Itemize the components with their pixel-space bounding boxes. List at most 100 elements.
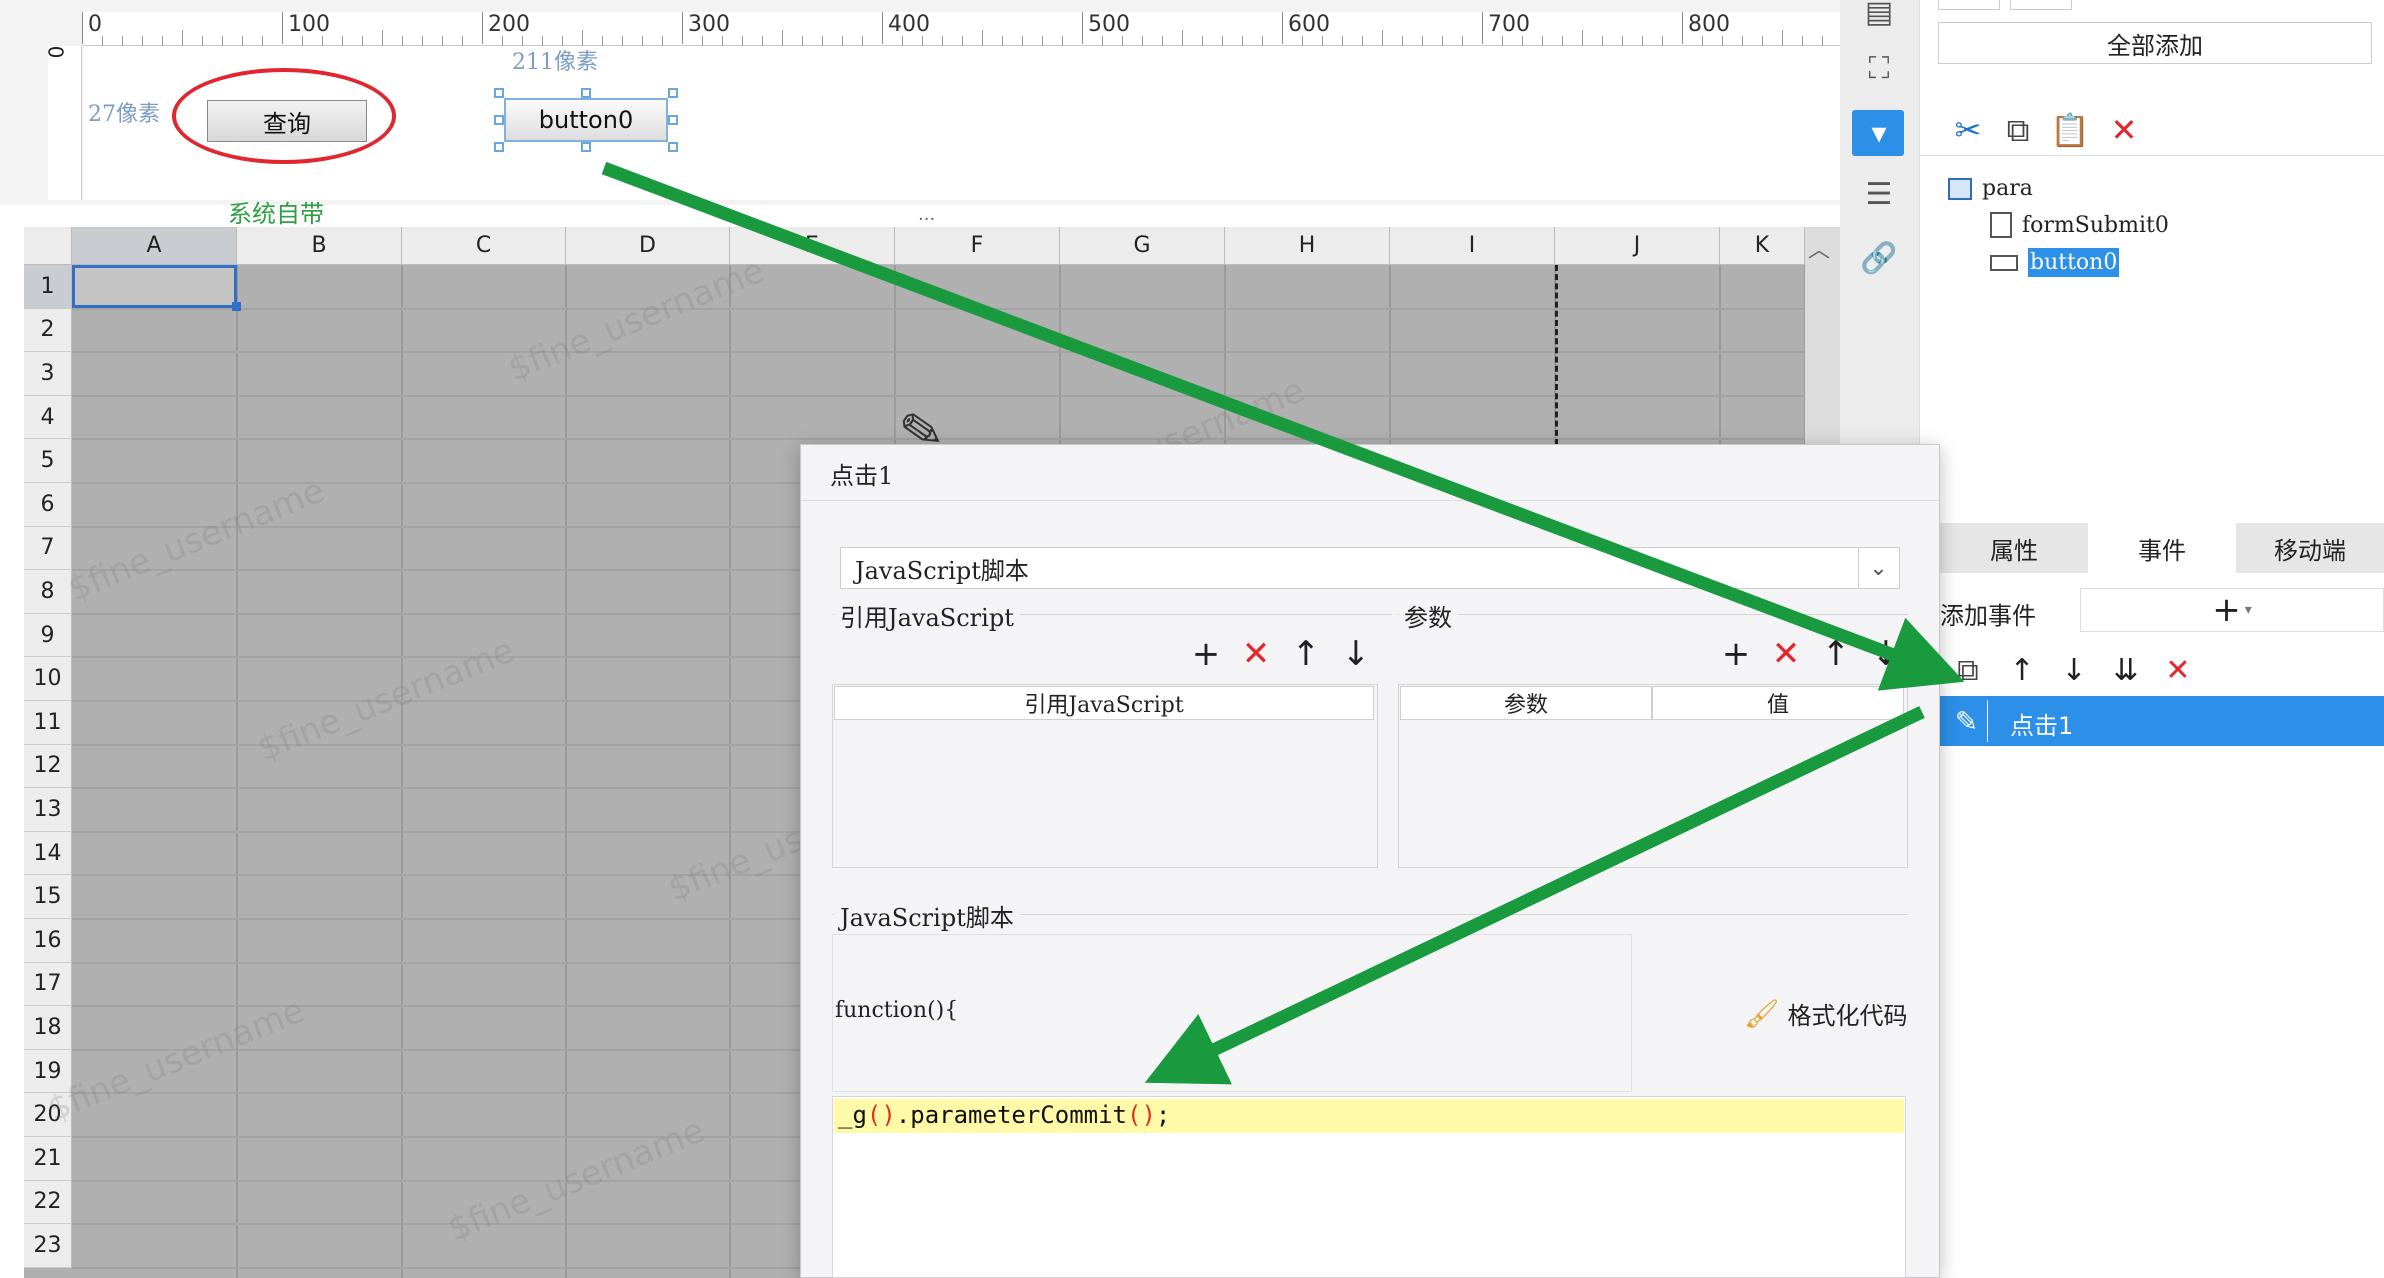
ruler-label: 300 <box>688 12 730 37</box>
column-header[interactable]: F <box>895 227 1060 265</box>
row-header[interactable]: 23 <box>24 1224 72 1268</box>
format-code-label: 格式化代码 <box>1787 1002 1908 1030</box>
add-param-icon[interactable]: + <box>1718 634 1754 674</box>
resize-handle[interactable] <box>494 115 504 125</box>
event-type-select[interactable]: JavaScript脚本 <box>840 547 1900 589</box>
row-header[interactable]: 12 <box>24 744 72 789</box>
ruler-label: 700 <box>1488 12 1530 37</box>
copy-icon[interactable]: ⧉ <box>1998 110 2038 150</box>
layout-icon[interactable]: ☰ <box>1857 174 1901 214</box>
select-all-corner[interactable] <box>24 227 72 265</box>
row-header[interactable]: 1 <box>24 265 72 309</box>
delete-event-icon[interactable]: ✕ <box>2158 650 2198 690</box>
row-header[interactable]: 6 <box>24 483 72 527</box>
ruler-major-tick <box>282 12 283 44</box>
column-header[interactable]: G <box>1060 227 1225 265</box>
cut-icon[interactable]: ✂ <box>1948 110 1988 150</box>
param-down-icon[interactable]: ↓ <box>1868 634 1904 674</box>
fill-handle[interactable] <box>232 302 241 311</box>
ruler-minor-tick <box>622 36 623 46</box>
copy-event-icon[interactable]: ⧉ <box>1948 650 1988 690</box>
column-header[interactable]: A <box>72 227 237 265</box>
delete-icon[interactable]: ✕ <box>1238 634 1274 674</box>
resize-handle[interactable] <box>668 142 678 152</box>
horizontal-ruler <box>82 12 1840 46</box>
row-header[interactable]: 17 <box>24 962 72 1007</box>
ruler-minor-tick <box>1702 36 1703 46</box>
row-header[interactable]: 9 <box>24 613 72 658</box>
dropdown-icon[interactable]: ▾ <box>1857 113 1901 153</box>
resize-handle[interactable] <box>581 88 591 98</box>
column-header[interactable]: J <box>1555 227 1720 265</box>
edit-pencil-icon[interactable]: ✎ <box>1946 700 1988 742</box>
ruler-label: 400 <box>888 12 930 37</box>
link-icon[interactable]: 🔗 <box>1857 238 1901 278</box>
delete-param-icon[interactable]: ✕ <box>1768 634 1804 674</box>
page-break-line <box>1555 265 1558 445</box>
column-header[interactable]: C <box>402 227 566 265</box>
selected-cell-a1[interactable] <box>72 265 237 308</box>
mini-field[interactable] <box>1938 0 2000 10</box>
row-header[interactable]: 10 <box>24 657 72 701</box>
move-down-icon[interactable]: ↓ <box>2054 650 2094 690</box>
event-list-item[interactable]: ✎ 点击1 <box>1940 696 2384 746</box>
resize-handle[interactable] <box>494 142 504 152</box>
ruler-major-tick <box>882 12 883 44</box>
chevron-down-icon[interactable]: ⌄ <box>1858 548 1898 588</box>
row-header[interactable]: 11 <box>24 701 72 745</box>
button0-widget[interactable]: button0 <box>504 98 668 142</box>
add-event-button[interactable]: + ▾ <box>2080 588 2384 632</box>
row-header[interactable]: 21 <box>24 1137 72 1181</box>
move-down-icon[interactable]: ↓ <box>1338 634 1374 674</box>
column-header[interactable]: B <box>237 227 402 265</box>
tab-properties[interactable]: 属性 <box>1940 523 2088 573</box>
column-header[interactable]: H <box>1225 227 1390 265</box>
tree-item-para[interactable]: para <box>1948 176 2033 201</box>
ruler-minor-tick <box>1442 36 1443 46</box>
row-header[interactable]: 3 <box>24 352 72 396</box>
ruler-major-tick <box>1482 12 1483 44</box>
code-line-text[interactable]: _g().parameterCommit(); <box>838 1101 1170 1129</box>
scroll-up-icon[interactable]: ︿ <box>1808 232 1830 264</box>
move-up-icon[interactable]: ↑ <box>1288 634 1324 674</box>
ruler-minor-tick <box>1102 36 1103 46</box>
row-header[interactable]: 4 <box>24 395 72 440</box>
ruler-major-tick <box>1282 12 1283 44</box>
column-header[interactable]: D <box>566 227 730 265</box>
ruler-minor-tick <box>702 36 703 46</box>
tree-item-button0[interactable]: button0 <box>1990 248 2120 277</box>
tab-events[interactable]: 事件 <box>2088 523 2236 573</box>
code-token: _g <box>838 1101 867 1129</box>
resize-handle[interactable] <box>668 88 678 98</box>
move-up-icon[interactable]: ↑ <box>2002 650 2042 690</box>
add-icon[interactable]: + <box>1188 634 1224 674</box>
row-header[interactable]: 18 <box>24 1006 72 1050</box>
ruler-minor-tick <box>1362 36 1363 46</box>
paste-icon[interactable]: 📋 <box>2050 110 2090 150</box>
resize-handle[interactable] <box>581 142 591 152</box>
row-header[interactable]: 22 <box>24 1180 72 1225</box>
row-header[interactable]: 13 <box>24 788 72 832</box>
row-header[interactable]: 15 <box>24 875 72 919</box>
resize-handle[interactable] <box>668 115 678 125</box>
row-header[interactable]: 2 <box>24 308 72 353</box>
row-header[interactable]: 16 <box>24 919 72 963</box>
delete-icon[interactable]: ✕ <box>2104 110 2144 150</box>
tree-item-formsubmit[interactable]: formSubmit0 <box>1990 212 2169 238</box>
resize-handle[interactable] <box>494 88 504 98</box>
param-up-icon[interactable]: ↑ <box>1818 634 1854 674</box>
ruler-label: 600 <box>1288 12 1330 37</box>
column-header[interactable]: I <box>1390 227 1555 265</box>
mini-field[interactable] <box>2010 0 2072 10</box>
add-all-button[interactable]: 全部添加 <box>1938 22 2372 64</box>
column-header[interactable]: K <box>1720 227 1805 265</box>
row-header[interactable]: 14 <box>24 831 72 876</box>
move-bottom-icon[interactable]: ⇊ <box>2106 650 2146 690</box>
widget-icon[interactable]: ▤ <box>1857 0 1901 32</box>
format-code-button[interactable]: 🖌 格式化代码 <box>1744 996 1908 1031</box>
splitter-handle[interactable]: ... <box>918 204 935 225</box>
tab-mobile[interactable]: 移动端 <box>2236 523 2384 573</box>
frame-icon[interactable]: ⛶ <box>1857 48 1901 88</box>
row-header[interactable]: 7 <box>24 526 72 571</box>
row-header[interactable]: 5 <box>24 439 72 483</box>
